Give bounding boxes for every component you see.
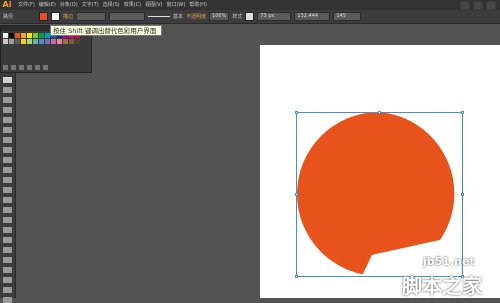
handle-middle-right[interactable] xyxy=(461,193,464,196)
watermark-title: 脚本之家 xyxy=(402,274,482,298)
handle-top-center[interactable] xyxy=(378,111,381,114)
handle-top-left[interactable] xyxy=(295,111,298,114)
handle-middle-left[interactable] xyxy=(295,193,298,196)
handle-top-right[interactable] xyxy=(461,111,464,114)
handle-bottom-left[interactable] xyxy=(295,275,298,278)
watermark-url: jb51.net xyxy=(423,255,475,268)
selection-bounding-box[interactable] xyxy=(295,111,464,278)
